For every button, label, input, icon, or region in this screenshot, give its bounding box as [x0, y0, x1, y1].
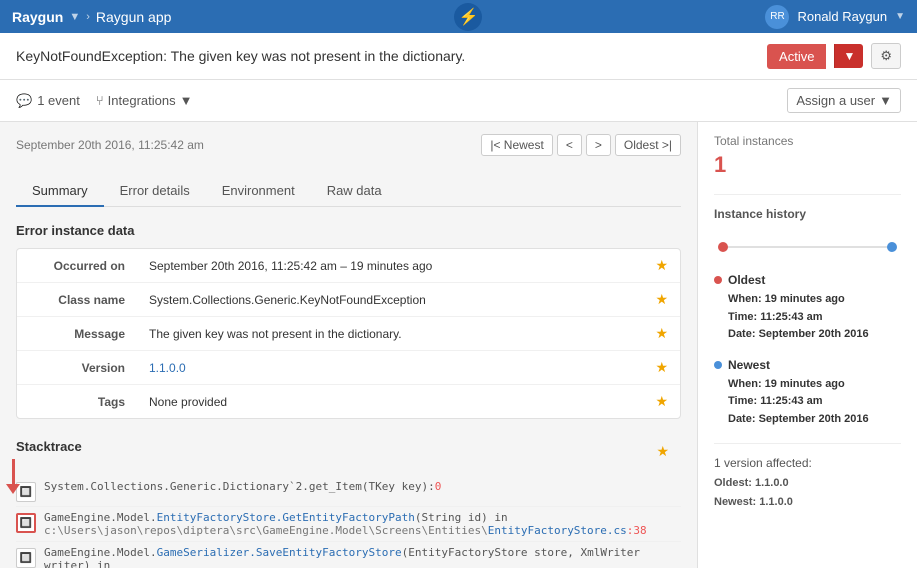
nav-caret-icon: ▼ — [69, 11, 80, 23]
events-info: 💬 1 event — [16, 93, 80, 109]
newest-dot-indicator — [714, 361, 722, 369]
stack-icon-2: 🔲 — [16, 548, 36, 568]
tab-error-details[interactable]: Error details — [104, 176, 206, 207]
user-name[interactable]: Ronald Raygun — [797, 9, 887, 24]
table-row: Class name System.Collections.Generic.Ke… — [17, 283, 680, 317]
oldest-date: September 20th 2016 — [759, 328, 869, 340]
timestamp: September 20th 2016, 11:25:42 am — [16, 138, 204, 152]
occurred-label: Occurred on — [17, 251, 137, 281]
oldest-button[interactable]: Oldest >| — [615, 134, 681, 156]
tags-label: Tags — [17, 387, 137, 417]
app-name[interactable]: Raygun app — [96, 9, 172, 25]
tab-summary[interactable]: Summary — [16, 176, 104, 207]
oldest-label: Oldest — [728, 273, 765, 287]
message-label: Message — [17, 319, 137, 349]
stack-entry: 🔲 System.Collections.Generic.Dictionary`… — [16, 476, 681, 507]
stack-code-0: System.Collections.Generic.Dictionary`2.… — [44, 480, 681, 493]
newest-instance: Newest When: 19 minutes ago Time: 11:25:… — [714, 358, 901, 429]
newest-label: Newest — [728, 358, 770, 372]
newest-button[interactable]: |< Newest — [481, 134, 552, 156]
oldest-dot-indicator — [714, 276, 722, 284]
versions-detail: Oldest: 1.1.0.0 Newest: 1.1.0.0 — [714, 474, 901, 514]
tab-environment[interactable]: Environment — [206, 176, 311, 207]
version-star[interactable]: ★ — [643, 351, 680, 384]
active-button[interactable]: Active — [767, 44, 826, 69]
error-title: KeyNotFoundException: The given key was … — [16, 48, 465, 64]
integrations-button[interactable]: ⑂ Integrations ▼ — [96, 93, 193, 108]
assign-placeholder: Assign a user — [796, 93, 875, 108]
branch-icon: ⑂ — [96, 93, 104, 108]
version-label: Version — [17, 353, 137, 383]
oldest-details: When: 19 minutes ago Time: 11:25:43 am D… — [714, 291, 901, 344]
user-caret-icon: ▼ — [895, 11, 905, 22]
versions-label: 1 version affected: — [714, 456, 901, 470]
stacktrace-star[interactable]: ★ — [644, 435, 681, 468]
tab-bar: Summary Error details Environment Raw da… — [16, 176, 681, 207]
total-instances-label: Total instances — [714, 134, 901, 148]
oldest-version: 1.1.0.0 — [755, 477, 789, 489]
stacktrace-title: Stacktrace — [16, 439, 82, 454]
tags-star[interactable]: ★ — [643, 385, 680, 418]
nav-arrow-icon: › — [86, 11, 90, 23]
oldest-time: 11:25:43 am — [760, 311, 822, 323]
stack-code-2: GameEngine.Model.GameSerializer.SaveEnti… — [44, 546, 681, 568]
table-row: Occurred on September 20th 2016, 11:25:4… — [17, 249, 680, 283]
newest-when: 19 minutes ago — [765, 378, 845, 390]
stack-entry: 🔲 GameEngine.Model.GameSerializer.SaveEn… — [16, 542, 681, 568]
occurred-value: September 20th 2016, 11:25:42 am – 19 mi… — [137, 251, 643, 281]
avatar: RR — [765, 5, 789, 29]
error-instance-title: Error instance data — [16, 223, 681, 238]
integrations-label: Integrations — [108, 93, 176, 108]
top-nav: Raygun ▼ › Raygun app ⚡ RR Ronald Raygun… — [0, 0, 917, 33]
timeline — [714, 237, 901, 257]
app-container: Raygun ▼ › Raygun app ⚡ RR Ronald Raygun… — [0, 0, 917, 568]
classname-label: Class name — [17, 285, 137, 315]
oldest-dot — [718, 242, 728, 252]
table-row: Message The given key was not present in… — [17, 317, 680, 351]
stack-entry: 🔲 GameEngine.Model.EntityFactoryStore.Ge… — [16, 507, 681, 542]
newest-version: 1.1.0.0 — [759, 496, 793, 508]
oldest-instance: Oldest When: 19 minutes ago Time: 11:25:… — [714, 273, 901, 344]
right-panel: Total instances 1 Instance history Oldes… — [697, 122, 917, 568]
total-instances-value: 1 — [714, 152, 901, 178]
active-caret-button[interactable]: ▼ — [834, 44, 863, 68]
error-header: KeyNotFoundException: The given key was … — [0, 33, 917, 80]
table-row: Tags None provided ★ — [17, 385, 680, 418]
newest-details: When: 19 minutes ago Time: 11:25:43 am D… — [714, 376, 901, 429]
newest-date: September 20th 2016 — [759, 413, 869, 425]
events-count: 1 event — [37, 93, 80, 108]
error-instance-section: Error instance data Occurred on Septembe… — [16, 223, 681, 419]
oldest-when: 19 minutes ago — [765, 293, 845, 305]
assign-caret-icon: ▼ — [879, 93, 892, 108]
stacktrace-section: Stacktrace ★ 🔲 System.Collections.Generi… — [16, 435, 681, 568]
comment-icon: 💬 — [16, 93, 32, 109]
prev-button[interactable]: < — [557, 134, 582, 156]
occurred-star[interactable]: ★ — [643, 249, 680, 282]
stacktrace-entries: 🔲 System.Collections.Generic.Dictionary`… — [16, 476, 681, 568]
classname-star[interactable]: ★ — [643, 283, 680, 316]
stack-code-1: GameEngine.Model.EntityFactoryStore.GetE… — [44, 511, 681, 537]
brand-name[interactable]: Raygun — [12, 9, 63, 25]
newest-dot — [887, 242, 897, 252]
next-button[interactable]: > — [586, 134, 611, 156]
error-data-table: Occurred on September 20th 2016, 11:25:4… — [16, 248, 681, 419]
integrations-caret-icon: ▼ — [180, 93, 193, 108]
instance-history-title: Instance history — [714, 207, 901, 221]
assign-user-select[interactable]: Assign a user ▼ — [787, 88, 901, 113]
newest-time: 11:25:43 am — [760, 395, 822, 407]
bolt-icon[interactable]: ⚡ — [454, 3, 482, 31]
classname-value: System.Collections.Generic.KeyNotFoundEx… — [137, 285, 643, 315]
stack-icon-1: 🔲 — [16, 513, 36, 533]
tags-value: None provided — [137, 387, 643, 417]
sub-header: 💬 1 event ⑂ Integrations ▼ Assign a user… — [0, 80, 917, 122]
table-row: Version 1.1.0.0 ★ — [17, 351, 680, 385]
message-value: The given key was not present in the dic… — [137, 319, 643, 349]
tab-raw-data[interactable]: Raw data — [311, 176, 398, 207]
message-star[interactable]: ★ — [643, 317, 680, 350]
version-value[interactable]: 1.1.0.0 — [137, 353, 643, 383]
gear-button[interactable]: ⚙ — [871, 43, 901, 69]
